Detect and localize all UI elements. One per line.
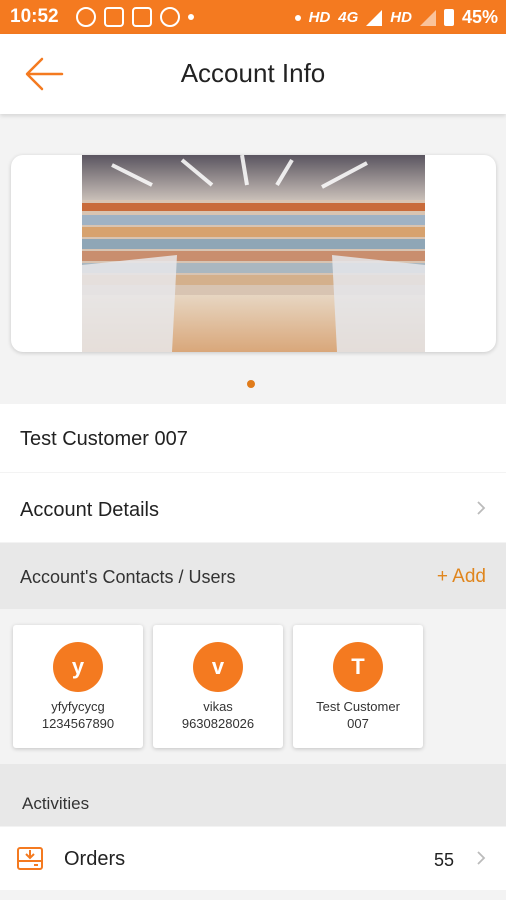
battery-icon — [443, 9, 454, 26]
contacts-section-header: Account's Contacts / Users + Add — [0, 543, 506, 609]
signal-icon — [366, 9, 383, 26]
activities-section-header: Activities — [0, 764, 506, 826]
battery-percent: 45% — [461, 7, 498, 27]
chevron-right-icon — [477, 851, 486, 865]
more-notifications-icon — [188, 14, 194, 20]
contacts-list: y yfyfycycg 1234567890 v vikas 963082802… — [0, 609, 506, 764]
app-notification-icon — [132, 7, 152, 27]
avatar: T — [333, 642, 383, 692]
activities-header-label: Activities — [22, 794, 90, 813]
system-indicators: HD 4G HD 45% — [294, 7, 498, 28]
customer-name: Test Customer 007 — [20, 428, 188, 450]
notification-icons — [76, 7, 194, 27]
contacts-header-label: Account's Contacts / Users — [20, 567, 236, 587]
trophy-notification-icon — [76, 7, 96, 27]
app-bar: Account Info — [0, 34, 506, 114]
chevron-right-icon — [477, 501, 486, 515]
avatar: v — [193, 642, 243, 692]
dot-icon — [294, 14, 301, 21]
app-notification-icon — [104, 7, 124, 27]
banner-carousel[interactable] — [11, 155, 496, 352]
account-details-label: Account Details — [20, 499, 159, 521]
network-type-label: 4G — [338, 9, 359, 26]
avatar: y — [53, 642, 103, 692]
app-notification-icon — [160, 7, 180, 27]
contact-phone: 9630828026 — [181, 716, 255, 731]
add-contact-button[interactable]: + Add — [437, 566, 486, 588]
orders-label: Orders — [64, 848, 126, 870]
network-hd2-label: HD — [390, 9, 412, 26]
contact-name: Test Customer 007 — [316, 699, 400, 731]
page-title: Account Info — [180, 58, 326, 88]
download-tray-icon — [17, 847, 43, 870]
status-time: 10:52 — [10, 6, 59, 27]
account-details-row[interactable]: Account Details — [0, 473, 506, 542]
orders-row[interactable]: Orders 55 — [0, 827, 506, 890]
carousel-page-indicator — [247, 380, 255, 388]
network-hd-label: HD — [308, 9, 331, 26]
contact-phone: 1234567890 — [41, 716, 115, 731]
status-bar: 10:52 HD 4G HD 45% — [0, 0, 506, 34]
orders-count: 55 — [433, 850, 454, 870]
contact-card[interactable]: v vikas 9630828026 — [153, 625, 283, 748]
contact-card[interactable]: y yfyfycycg 1234567890 — [13, 625, 143, 748]
contact-name: vikas — [203, 699, 233, 714]
signal-weak-icon — [419, 9, 436, 26]
customer-name-row: Test Customer 007 — [0, 404, 506, 472]
banner-image — [82, 155, 425, 352]
contact-card[interactable]: T Test Customer 007 — [293, 625, 423, 748]
contact-name: yfyfycycg — [51, 699, 105, 714]
